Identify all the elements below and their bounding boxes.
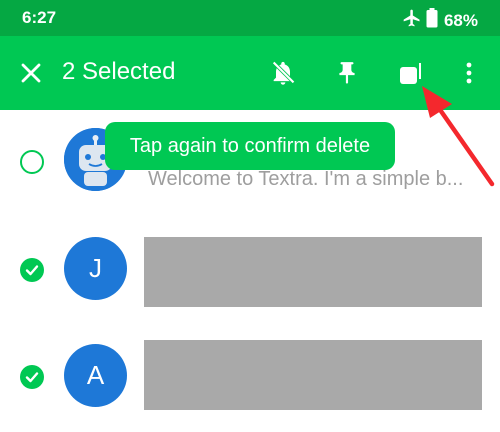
avatar: A bbox=[64, 344, 127, 407]
check-icon bbox=[25, 372, 39, 383]
battery-percent: 68% bbox=[443, 10, 478, 30]
confirm-delete-toast: Tap again to confirm delete bbox=[105, 122, 395, 170]
redacted-conversation-content bbox=[144, 237, 482, 307]
redacted-conversation-content bbox=[144, 340, 482, 410]
toast-text: Tap again to confirm delete bbox=[129, 134, 371, 157]
status-time: 6:27 bbox=[22, 8, 57, 27]
mute-button[interactable] bbox=[266, 56, 300, 90]
status-bar: 6:27 68% bbox=[0, 0, 500, 36]
close-icon bbox=[21, 63, 41, 83]
row-select-checkbox[interactable] bbox=[20, 258, 44, 282]
avatar: J bbox=[64, 237, 127, 300]
notifications-off-icon bbox=[272, 61, 295, 85]
row-select-checkbox[interactable] bbox=[20, 150, 44, 174]
status-right: 68% bbox=[402, 8, 478, 33]
pin-button[interactable] bbox=[330, 56, 364, 90]
pin-icon bbox=[339, 62, 355, 84]
avatar-letter: J bbox=[89, 253, 102, 283]
selection-count-title: 2 Selected bbox=[62, 58, 176, 85]
row-select-checkbox[interactable] bbox=[20, 365, 44, 389]
airplane-mode-icon bbox=[402, 8, 422, 33]
avatar-letter: A bbox=[86, 360, 105, 390]
close-selection-button[interactable] bbox=[14, 56, 48, 90]
annotation-arrow-icon bbox=[422, 86, 495, 187]
conversation-row[interactable]: A bbox=[0, 322, 500, 432]
check-icon bbox=[25, 265, 39, 276]
battery-icon bbox=[426, 8, 438, 33]
conversation-row[interactable]: J bbox=[0, 220, 500, 330]
